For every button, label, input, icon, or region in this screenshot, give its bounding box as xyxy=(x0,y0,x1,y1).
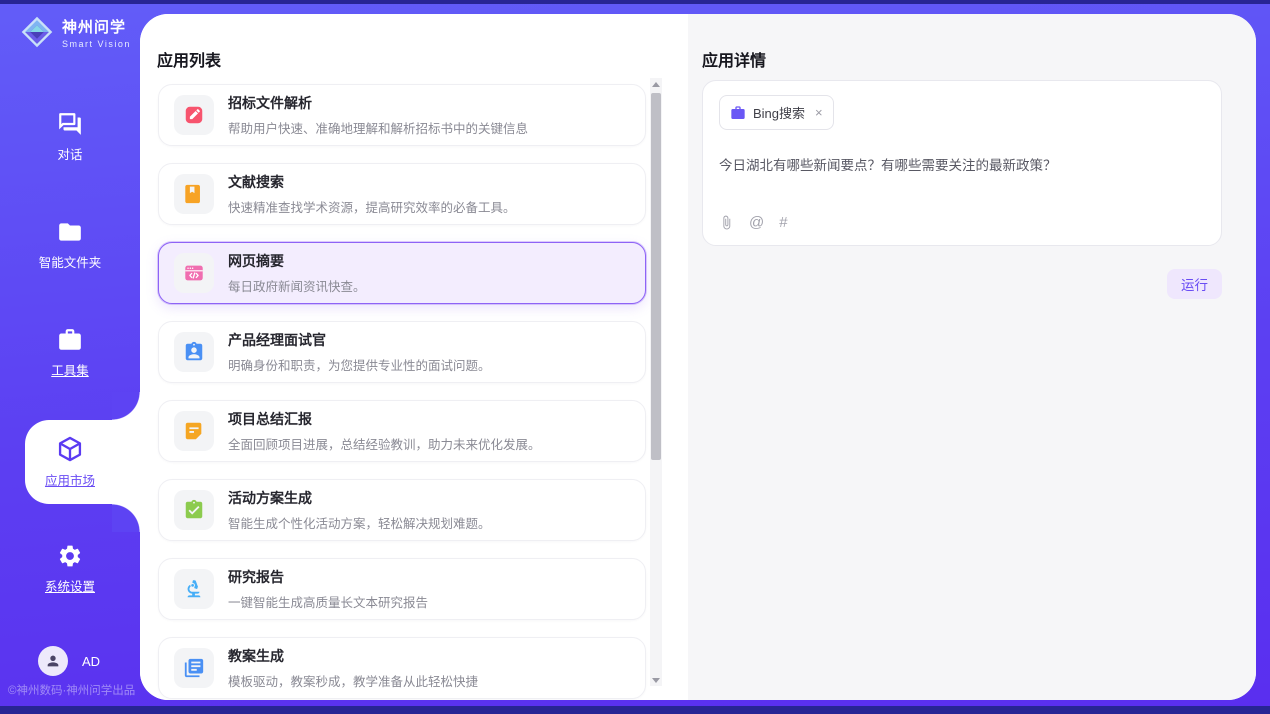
avatar xyxy=(38,646,68,676)
tool-tag-label: Bing搜索 xyxy=(753,103,805,122)
sidebar-item-label: 工具集 xyxy=(51,360,89,379)
app-item-pm-interviewer[interactable]: 产品经理面试官 明确身份和职责，为您提供专业性的面试问题。 xyxy=(158,321,646,383)
app-list-title: 应用列表 xyxy=(157,47,221,71)
document-edit-icon xyxy=(174,95,214,135)
browser-code-icon xyxy=(174,253,214,293)
app-item-project-summary[interactable]: 项目总结汇报 全面回顾项目进展，总结经验教训，助力未来优化发展。 xyxy=(158,400,646,462)
logo-subtitle: Smart Vision xyxy=(62,39,131,49)
hash-icon[interactable]: # xyxy=(779,214,787,231)
close-icon[interactable]: × xyxy=(815,106,823,119)
app-item-description: 每日政府新闻资讯快查。 xyxy=(228,276,366,295)
scroll-up-arrow[interactable] xyxy=(650,78,662,90)
microscope-icon xyxy=(174,569,214,609)
logo-title: 神州问学 xyxy=(62,16,131,37)
app-item-title: 教案生成 xyxy=(228,646,478,666)
books-icon xyxy=(174,648,214,688)
sidebar-item-smart-folder[interactable]: 智能文件夹 xyxy=(0,214,140,276)
logo-diamond-icon xyxy=(20,15,54,49)
app-list-scrollbar[interactable] xyxy=(650,78,662,686)
query-text[interactable]: 今日湖北有哪些新闻要点？有哪些需要关注的最新政策？ xyxy=(719,154,1205,174)
app-item-description: 快速精准查找学术资源，提高研究效率的必备工具。 xyxy=(228,197,516,216)
app-logo: 神州问学 Smart Vision xyxy=(20,15,131,49)
app-item-title: 文献搜索 xyxy=(228,172,516,192)
toolbox-icon xyxy=(57,327,83,353)
main-content-card: 应用列表 招标文件解析 帮助用户快速、准确地理解和解析招标书中的关键信息 文献搜… xyxy=(140,14,1256,700)
sidebar-item-toolset[interactable]: 工具集 xyxy=(0,322,140,384)
mention-icon[interactable]: @ xyxy=(749,214,764,231)
folder-icon xyxy=(57,219,83,245)
app-item-bid-document-parsing[interactable]: 招标文件解析 帮助用户快速、准确地理解和解析招标书中的关键信息 xyxy=(158,84,646,146)
chat-icon xyxy=(57,111,83,137)
clipboard-check-icon xyxy=(174,490,214,530)
sidebar-item-chat[interactable]: 对话 xyxy=(0,106,140,168)
scroll-down-arrow[interactable] xyxy=(650,674,662,686)
sidebar-item-app-market[interactable]: 应用市场 xyxy=(0,431,140,493)
app-item-literature-search[interactable]: 文献搜索 快速精准查找学术资源，提高研究效率的必备工具。 xyxy=(158,163,646,225)
app-item-description: 一键智能生成高质量长文本研究报告 xyxy=(228,592,428,611)
app-item-title: 活动方案生成 xyxy=(228,488,491,508)
sidebar: 神州问学 Smart Vision 对话 智能文件夹 工具集 应用市场 xyxy=(0,0,140,714)
copyright-footer: ©神州数码·神州问学出品 xyxy=(8,682,135,698)
top-border-bar xyxy=(0,0,1270,4)
bubble-notch-bottom xyxy=(112,504,140,532)
book-icon xyxy=(174,174,214,214)
sidebar-item-settings[interactable]: 系统设置 xyxy=(0,538,140,600)
tool-tag-bing-search[interactable]: Bing搜索 × xyxy=(719,95,834,130)
person-icon xyxy=(45,653,61,669)
app-list: 招标文件解析 帮助用户快速、准确地理解和解析招标书中的关键信息 文献搜索 快速精… xyxy=(158,84,646,700)
resume-icon xyxy=(174,332,214,372)
notepad-icon xyxy=(174,411,214,451)
app-item-title: 研究报告 xyxy=(228,567,428,587)
app-detail-panel: 应用详情 Bing搜索 × 今日湖北有哪些新闻要点？有哪些需要关注的最新政策？ … xyxy=(688,14,1256,700)
app-item-title: 网页摘要 xyxy=(228,251,366,271)
app-item-description: 明确身份和职责，为您提供专业性的面试问题。 xyxy=(228,355,491,374)
sidebar-item-label: 对话 xyxy=(57,144,82,163)
sidebar-item-label: 智能文件夹 xyxy=(39,252,102,271)
app-item-lesson-plan[interactable]: 教案生成 模板驱动，教案秒成，教学准备从此轻松快捷 xyxy=(158,637,646,699)
app-list-panel: 应用列表 招标文件解析 帮助用户快速、准确地理解和解析招标书中的关键信息 文献搜… xyxy=(140,14,688,700)
app-item-description: 智能生成个性化活动方案，轻松解决规划难题。 xyxy=(228,513,491,532)
scrollbar-thumb[interactable] xyxy=(651,93,661,460)
app-item-research-report[interactable]: 研究报告 一键智能生成高质量长文本研究报告 xyxy=(158,558,646,620)
app-item-description: 模板驱动，教案秒成，教学准备从此轻松快捷 xyxy=(228,671,478,690)
briefcase-icon xyxy=(730,105,746,121)
bubble-notch-top xyxy=(112,392,140,420)
bottom-border-bar xyxy=(0,706,1270,714)
app-item-web-summary[interactable]: 网页摘要 每日政府新闻资讯快查。 xyxy=(158,242,646,304)
user-initials: AD xyxy=(82,654,100,669)
app-item-title: 项目总结汇报 xyxy=(228,409,541,429)
run-button[interactable]: 运行 xyxy=(1167,269,1222,299)
sidebar-item-label: 系统设置 xyxy=(45,576,95,595)
sidebar-item-label: 应用市场 xyxy=(45,470,95,489)
input-toolbar: @ # xyxy=(719,214,788,231)
app-item-title: 产品经理面试官 xyxy=(228,330,491,350)
app-detail-title: 应用详情 xyxy=(702,47,766,71)
app-item-event-plan[interactable]: 活动方案生成 智能生成个性化活动方案，轻松解决规划难题。 xyxy=(158,479,646,541)
gear-icon xyxy=(57,543,83,569)
prompt-card: Bing搜索 × 今日湖北有哪些新闻要点？有哪些需要关注的最新政策？ @ # xyxy=(702,80,1222,246)
app-item-description: 全面回顾项目进展，总结经验教训，助力未来优化发展。 xyxy=(228,434,541,453)
app-item-description: 帮助用户快速、准确地理解和解析招标书中的关键信息 xyxy=(228,118,528,137)
app-item-title: 招标文件解析 xyxy=(228,93,528,113)
paperclip-icon[interactable] xyxy=(719,215,734,230)
user-account[interactable]: AD xyxy=(38,646,100,676)
cube-icon xyxy=(56,435,84,463)
